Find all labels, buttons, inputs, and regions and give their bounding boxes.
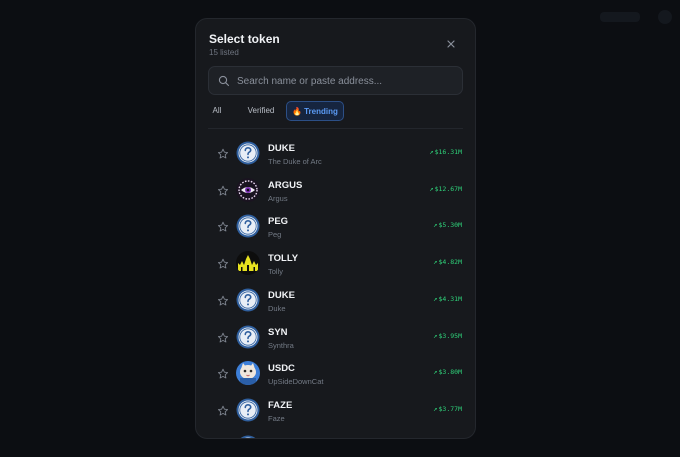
search-input[interactable] xyxy=(235,72,459,91)
token-avatar xyxy=(236,325,260,349)
star-icon[interactable] xyxy=(217,295,229,307)
trend-up-icon: ↗ xyxy=(429,148,434,156)
token-price: ↗$4.82M xyxy=(433,258,462,266)
token-count: 15 listed xyxy=(209,48,239,57)
token-list[interactable]: DUKE The Duke of Arc ↗$16.31M ARGUS Argus ↗$1… xyxy=(196,133,475,438)
token-avatar xyxy=(236,398,260,422)
token-row[interactable]: PEG Peg ↗$5.30M xyxy=(196,210,475,246)
token-row[interactable]: FAZE Faze ↗$3.77M xyxy=(196,394,475,430)
token-price: ↗$3.95M xyxy=(433,332,462,340)
token-row[interactable]: DUKE Duke ↗$4.31M xyxy=(196,284,475,320)
star-icon[interactable] xyxy=(217,368,229,380)
trend-up-icon: ↗ xyxy=(433,404,438,413)
token-name: Peg xyxy=(268,230,282,240)
token-name: Faze xyxy=(268,413,285,423)
token-price: ↗$3.80M xyxy=(433,368,462,376)
close-icon xyxy=(447,40,455,48)
background-element xyxy=(600,12,640,22)
token-avatar xyxy=(236,251,260,276)
token-price: ↗$5.30M xyxy=(433,221,462,229)
token-price-value: $16.31M xyxy=(434,148,462,156)
token-avatar xyxy=(236,141,260,165)
close-button[interactable] xyxy=(444,37,458,51)
token-price: ↗$16.31M xyxy=(429,148,462,156)
search-icon xyxy=(218,75,230,87)
trend-up-icon: ↗ xyxy=(433,258,438,267)
trend-up-icon: ↗ xyxy=(433,221,438,230)
modal-title: Select token xyxy=(209,32,280,46)
token-price-value: $3.77M xyxy=(438,404,462,413)
token-price-value: $3.95M xyxy=(438,331,462,340)
token-price: ↗$3.77M xyxy=(433,405,462,413)
token-name: Synthra xyxy=(268,340,294,350)
search-box[interactable] xyxy=(208,66,463,95)
tab-trending-label: Trending xyxy=(304,107,338,116)
token-name: Tolly xyxy=(268,267,284,277)
fire-icon: 🔥 xyxy=(292,107,303,116)
star-icon[interactable] xyxy=(217,405,229,417)
token-name: The Duke of Arc xyxy=(268,157,322,166)
token-avatar xyxy=(236,288,260,312)
token-price-value: $4.82M xyxy=(438,258,462,267)
trend-up-icon: ↗ xyxy=(433,368,438,377)
token-name: Duke xyxy=(268,303,286,313)
token-name: UpSideDownCat xyxy=(268,377,324,387)
tab-verified[interactable]: Verified xyxy=(240,101,282,121)
token-symbol: FAZE xyxy=(268,399,293,411)
token-symbol: PEG xyxy=(268,216,289,228)
token-price: ↗$4.31M xyxy=(433,295,462,303)
token-avatar xyxy=(236,177,260,202)
token-row[interactable]: TOLLY Tolly ↗$4.82M xyxy=(196,247,475,283)
token-symbol: DUKE xyxy=(268,289,295,301)
star-icon[interactable] xyxy=(217,332,229,344)
token-symbol: TOLLY xyxy=(268,253,299,265)
divider xyxy=(208,128,463,129)
star-icon[interactable] xyxy=(217,185,229,197)
token-name: Argus xyxy=(268,193,288,203)
tab-all[interactable]: All xyxy=(208,101,226,121)
token-symbol: SYN xyxy=(268,326,288,338)
tab-trending[interactable]: 🔥 Trending xyxy=(286,101,344,121)
token-row[interactable]: SYN Synthra ↗$3.95M xyxy=(196,321,475,357)
token-price-value: $12.67M xyxy=(434,184,462,193)
token-row[interactable]: DUKE The Duke of Arc ↗$16.31M xyxy=(196,137,475,173)
token-price-value: $3.80M xyxy=(438,368,462,377)
token-price-value: $4.31M xyxy=(438,294,462,303)
trend-up-icon: ↗ xyxy=(433,294,438,303)
select-token-modal: Select token 15 listed All Verified 🔥Tre… xyxy=(195,18,476,439)
token-row[interactable]: ARGUS Argus ↗$12.67M xyxy=(196,174,475,210)
token-symbol: Mingo xyxy=(268,437,296,438)
star-icon[interactable] xyxy=(217,221,229,233)
token-avatar xyxy=(236,435,260,438)
token-avatar xyxy=(236,361,260,386)
token-row[interactable]: USDC UpSideDownCat ↗$3.80M xyxy=(196,357,475,393)
star-icon[interactable] xyxy=(217,148,229,160)
background-element xyxy=(658,10,672,24)
token-price: ↗$12.67M xyxy=(429,185,462,193)
trend-up-icon: ↗ xyxy=(433,331,438,340)
token-symbol: DUKE xyxy=(268,143,295,154)
star-icon[interactable] xyxy=(217,258,229,270)
token-symbol: ARGUS xyxy=(268,179,303,191)
token-price-value: $5.30M xyxy=(438,221,462,230)
token-avatar xyxy=(236,214,260,238)
token-symbol: USDC xyxy=(268,363,295,375)
token-row[interactable]: Mingo xyxy=(196,431,475,438)
trend-up-icon: ↗ xyxy=(429,184,434,193)
